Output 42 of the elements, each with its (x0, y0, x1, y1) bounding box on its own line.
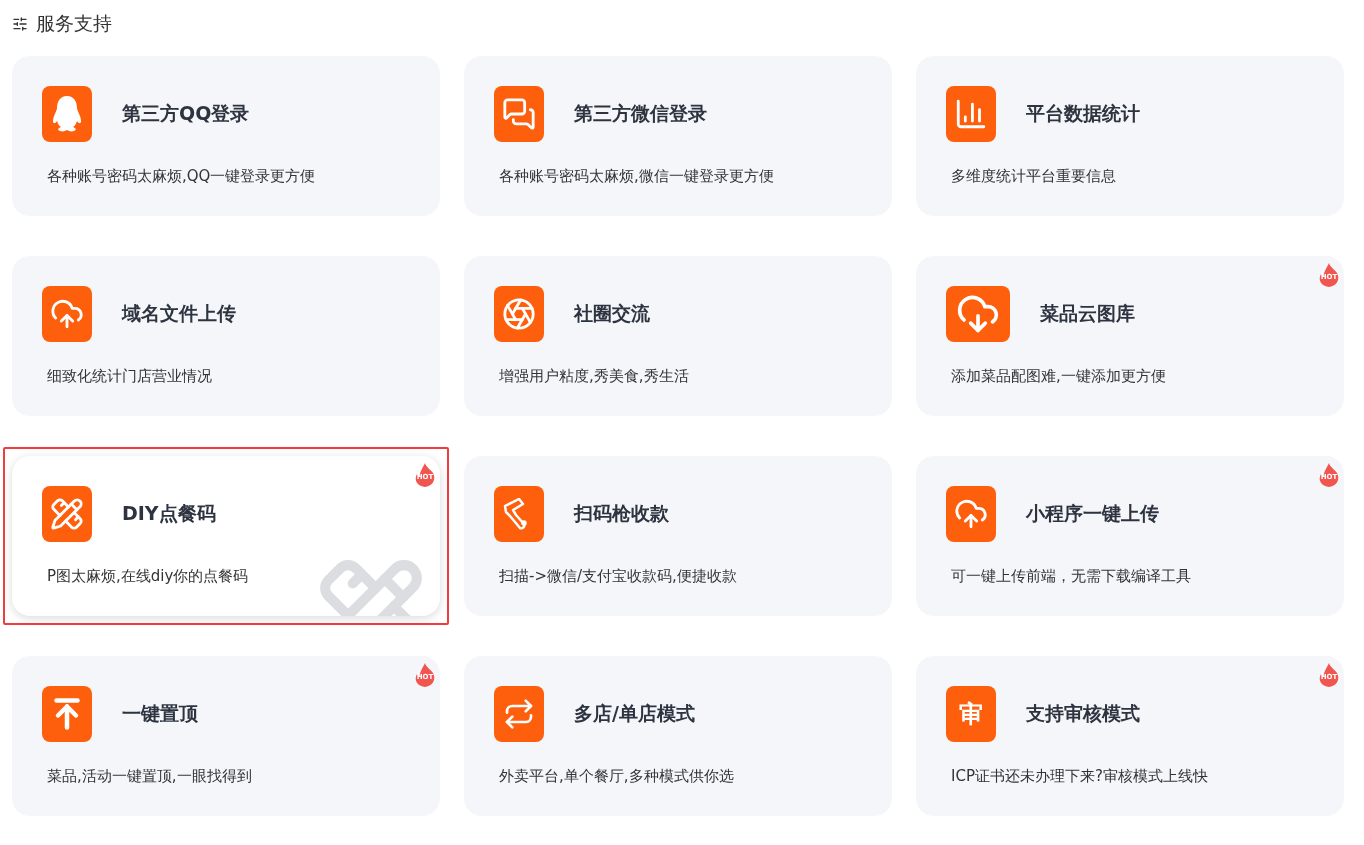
cloud-upload-icon (50, 297, 84, 331)
icon-glyph: 审 (959, 699, 983, 730)
service-card[interactable]: 扫码枪收款 扫描->微信/支付宝收款码,便捷收款 (464, 456, 892, 616)
cloud-upload-icon (954, 497, 988, 531)
service-card[interactable]: 域名文件上传 细致化统计门店营业情况 (12, 256, 440, 416)
card-description: 菜品,活动一键置顶,一眼找得到 (47, 767, 253, 786)
card-title: 小程序一键上传 (1026, 501, 1159, 526)
card-title: 一键置顶 (122, 701, 198, 726)
aperture-icon (502, 297, 536, 331)
service-card[interactable]: 社圈交流 增强用户粘度,秀美食,秀生活 (464, 256, 892, 416)
card-description: 多维度统计平台重要信息 (951, 167, 1117, 186)
service-card[interactable]: 多店/单店模式 外卖平台,单个餐厅,多种模式供你选 (464, 656, 892, 816)
card-title: 第三方微信登录 (574, 101, 707, 126)
section-title: 服务支持 (36, 11, 112, 36)
card-title: DIY点餐码 (122, 501, 216, 526)
card-title: 扫码枪收款 (574, 501, 669, 526)
card-title: 平台数据统计 (1026, 101, 1140, 126)
card-title: 菜品云图库 (1040, 301, 1135, 326)
service-card[interactable]: 平台数据统计 多维度统计平台重要信息 (916, 56, 1344, 216)
card-title: 支持审核模式 (1026, 701, 1140, 726)
card-description: 外卖平台,单个餐厅,多种模式供你选 (499, 767, 735, 786)
card-description: 添加菜品配图难,一键添加更方便 (951, 367, 1167, 386)
card-title: 多店/单店模式 (574, 701, 695, 726)
service-card[interactable]: 第三方QQ登录 各种账号密码太麻烦,QQ一键登录更方便 (12, 56, 440, 216)
card-description: 可一键上传前端，无需下载编译工具 (951, 567, 1192, 586)
card-title: 第三方QQ登录 (122, 101, 250, 126)
card-description: ICP证书还未办理下来?审核模式上线快 (951, 767, 1209, 786)
card-description: 各种账号密码太麻烦,QQ一键登录更方便 (47, 167, 317, 186)
card-description: 扫描->微信/支付宝收款码,便捷收款 (499, 567, 738, 586)
swap-icon (503, 698, 535, 730)
bar-chart-icon (954, 97, 988, 131)
card-description: 增强用户粘度,秀美食,秀生活 (499, 367, 690, 386)
card-title: 域名文件上传 (122, 301, 236, 326)
card-title: 社圈交流 (574, 301, 650, 326)
pencil-ruler-icon (50, 497, 84, 531)
service-card[interactable]: 第三方微信登录 各种账号密码太麻烦,微信一键登录更方便 (464, 56, 892, 216)
sliders-icon (12, 16, 28, 32)
card-description: P图太麻烦,在线diy你的点餐码 (47, 567, 250, 586)
penguin-icon (51, 95, 83, 133)
card-description: 细致化统计门店营业情况 (47, 367, 213, 386)
chat-bubbles-icon (502, 97, 536, 131)
card-description: 各种账号密码太麻烦,微信一键登录更方便 (499, 167, 775, 186)
